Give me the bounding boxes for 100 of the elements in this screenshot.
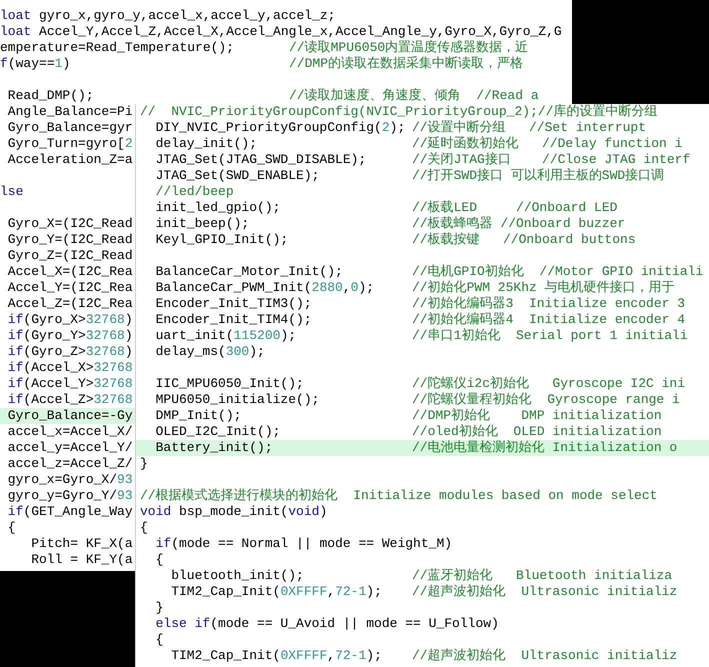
keyword-text: if xyxy=(6,312,24,328)
comment-text: //设置中断分组 //Set interrupt xyxy=(412,120,646,136)
number-text: 0XFFFF xyxy=(280,584,328,600)
code-text: (mode == U_Avoid || mode == U_Follow) xyxy=(210,616,499,632)
code-text: (Accel_Z> xyxy=(23,392,94,408)
number-text: 93 xyxy=(117,488,133,504)
code-text: Gyro_Balance=-Gy xyxy=(6,408,133,424)
number-text: 2880 xyxy=(312,280,343,296)
number-text: 300 xyxy=(226,344,250,360)
code-text: { xyxy=(140,520,148,536)
number-text: 32768 xyxy=(94,392,133,408)
code-text: ) xyxy=(124,344,133,360)
code-text: { xyxy=(154,552,164,568)
comment-text: //超声波初始化 Ultrasonic initializ xyxy=(412,648,678,664)
code-text: (Accel_Y> xyxy=(23,376,94,392)
code-text: Acceleration_Z=a xyxy=(6,152,133,168)
number-text: 72-1 xyxy=(335,584,366,600)
number-text: 32768 xyxy=(86,312,125,328)
code-text: } xyxy=(154,600,164,616)
code-text: init_led_gpio(); xyxy=(154,200,280,216)
code-text: (Gyro_Y> xyxy=(23,328,86,344)
comment-text: //初始化PWM 25Khz 与电机硬件接口，用于 xyxy=(412,280,675,296)
code-text: , xyxy=(342,280,351,296)
code-text: OLED_I2C_Init(); xyxy=(154,424,280,440)
code-text: (Gyro_Z> xyxy=(23,344,86,360)
number-text: 32768 xyxy=(86,328,125,344)
code-text: accel_x=Accel_X/ xyxy=(6,424,133,440)
keyword-text: lse xyxy=(0,184,24,200)
number-text: 115200 xyxy=(234,328,280,344)
code-text: gyro_x,gyro_y,accel_x,accel_y,accel_z; xyxy=(38,8,336,24)
comment-text: //陀螺仪量程初始化 Gyroscope range i xyxy=(412,392,680,408)
comment-text: //DMP初始化 DMP initialization xyxy=(412,408,662,424)
comment-text: //超声波初始化 Ultrasonic initializ xyxy=(412,584,678,600)
code-text: ) xyxy=(319,504,328,520)
keyword-text: if xyxy=(6,328,24,344)
code-text: delay_init(); xyxy=(154,136,258,152)
comment-text: //读取MPU6050内置温度传感器数据，近 xyxy=(289,40,528,56)
code-text: bsp_mode_init( xyxy=(178,504,288,520)
code-text: (way== xyxy=(8,56,55,72)
comment-text: //蓝牙初始化 Bluetooth initializa xyxy=(412,568,672,584)
code-text: accel_y=Accel_Y/ xyxy=(6,440,133,456)
code-text: TIM2_Cap_Init( xyxy=(170,584,280,600)
code-text: emperature=Read_Temperature(); xyxy=(0,40,234,56)
comment-text: //电机GPIO初始化 //Motor GPIO initiali xyxy=(412,264,704,280)
code-text: Gyro_Y=(I2C_Read xyxy=(6,232,133,248)
code-text: ) xyxy=(124,328,133,344)
comment-text: //陀螺仪i2c初始化 Gyroscope I2C ini xyxy=(412,376,686,392)
number-text: 32768 xyxy=(94,360,133,376)
code-text: Pitch= KF_X(a xyxy=(30,536,133,552)
code-text: (Accel_X> xyxy=(23,360,94,376)
comment-text: //led/beep xyxy=(154,184,234,200)
code-text: MPU6050_initialize(); xyxy=(154,392,320,408)
number-text: 0 xyxy=(350,280,358,296)
comment-text: //板载按键 //Onboard buttons xyxy=(412,232,636,248)
code-text: Roll = KF_Y(a xyxy=(30,552,133,568)
code-text: Accel_X=(I2C_Rea xyxy=(6,264,133,280)
code-text: ); xyxy=(366,648,382,664)
code-text: ); xyxy=(280,328,296,344)
number-text: 72-1 xyxy=(335,648,366,664)
code-text: gyro_x=Gyro_X/ xyxy=(6,472,118,488)
code-text: Gyro_Balance=gyr xyxy=(6,120,133,136)
code-text: JTAG_Set(JTAG_SWD_DISABLE); xyxy=(154,152,366,168)
code-text: (GET_Angle_Way xyxy=(23,504,133,520)
code-text: gyro_y=Gyro_Y/ xyxy=(6,488,118,504)
code-text: TIM2_Cap_Init( xyxy=(170,648,280,664)
comment-text: //电池电量检测初始化 Initialization o xyxy=(412,440,678,456)
code-text: } xyxy=(140,456,148,472)
code-text: ) xyxy=(124,312,133,328)
comment-text: //oled初始化 OLED initialization xyxy=(412,424,662,440)
code-text: ); xyxy=(366,584,382,600)
code-text: (Gyro_X> xyxy=(23,312,86,328)
comment-text: //根据模式选择进行模块的初始化 Initialize modules based on mode select xyxy=(140,488,658,504)
comment-text: // NVIC_PriorityGroupConfig(NVIC_PriorityGroup_2);//库的设置中断分组 xyxy=(140,104,658,120)
code-text: ); xyxy=(358,280,374,296)
code-text: BalanceCar_Motor_Init(); xyxy=(154,264,343,280)
keyword-text: if xyxy=(6,344,24,360)
code-text: Gyro_Turn=gyro[ xyxy=(6,136,125,152)
code-text: DIY_NVIC_PriorityGroupConfig( xyxy=(154,120,382,136)
code-text: BalanceCar_PWM_Init( xyxy=(154,280,312,296)
code-text: Read_DMP(); xyxy=(6,88,94,104)
code-text: , xyxy=(327,584,336,600)
code-text: Accel_Z=(I2C_Rea xyxy=(6,296,133,312)
code-text: Battery_init(); xyxy=(154,440,273,456)
code-text: Gyro_Z=(I2C_Read xyxy=(6,248,133,264)
code-text: Gyro_X=(I2C_Read xyxy=(6,216,133,232)
keyword-text: void xyxy=(288,504,320,520)
keyword-text: if xyxy=(6,504,24,520)
code-text: Accel_Y,Accel_Z,Accel_X,Accel_Angle_x,Accel_Angle_y,Gyro_X,Gyro_Z,G xyxy=(38,24,562,40)
code-text: , xyxy=(327,648,336,664)
code-text: Encoder_Init_TIM3(); xyxy=(154,296,312,312)
code-text: ); xyxy=(249,344,265,360)
number-text: 32768 xyxy=(86,344,125,360)
comment-text: //串口1初始化 Serial port 1 initiali xyxy=(412,328,688,344)
keyword-text: f xyxy=(0,56,8,72)
code-text: { xyxy=(6,520,16,536)
number-text: 0XFFFF xyxy=(280,648,328,664)
code-text: uart_init( xyxy=(154,328,234,344)
comment-text: //关闭JTAG接口 //Close JTAG interf xyxy=(412,152,690,168)
comment-text: //初始化编码器4 Initialize encoder 4 xyxy=(412,312,686,328)
code-text: Accel_Y=(I2C_Rea xyxy=(6,280,133,296)
